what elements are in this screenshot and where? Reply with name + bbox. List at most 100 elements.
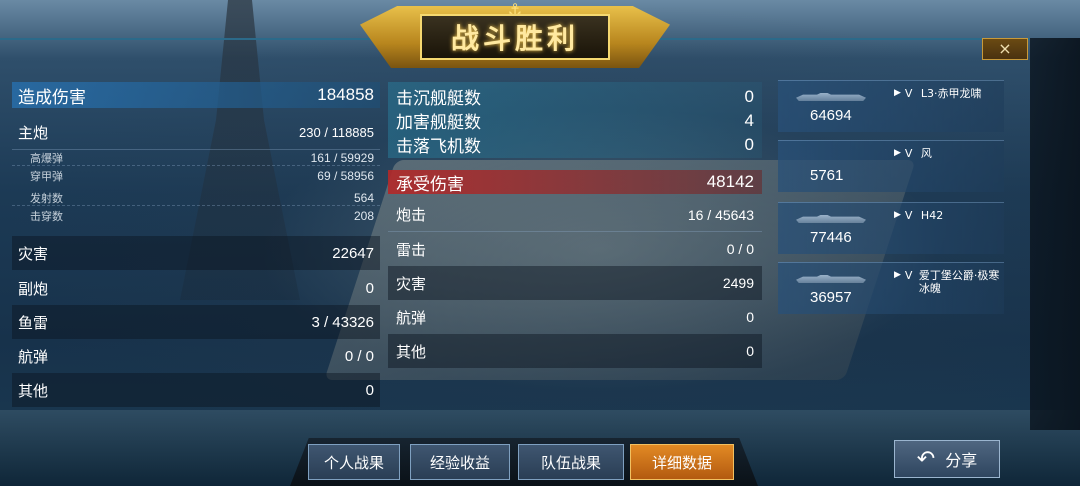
damage-dealt-header: 造成伤害 184858: [12, 82, 380, 108]
stat-value: 161 / 59929: [310, 150, 374, 165]
recv-row-hazard: 灾害 2499: [388, 266, 762, 300]
tab-personal-results[interactable]: 个人战果: [308, 444, 400, 480]
share-button[interactable]: ↶ 分享: [894, 440, 1000, 478]
tab-label: 队伍战果: [540, 453, 601, 472]
ship-tier: V: [904, 87, 913, 100]
title-plate: 战斗胜利: [420, 14, 610, 60]
kill-row-damaged: 加害舰艇数 4: [388, 108, 762, 134]
stat-row-main-gun: 主炮 230 / 118885: [12, 116, 380, 150]
tier-arrow-icon: ▶: [894, 210, 901, 220]
stat-value: 3 / 43326: [311, 313, 374, 331]
stat-row-shots-fired: 发射数 564: [12, 190, 380, 206]
kill-row-planes: 击落飞机数 0: [388, 132, 762, 158]
recv-row-bomb: 航弹 0: [388, 300, 762, 334]
stat-row-hazard: 灾害 22647: [12, 236, 380, 270]
ship-damage: 77446: [810, 229, 852, 246]
stat-value: 22647: [332, 244, 374, 262]
recv-row-gunfire: 炮击 16 / 45643: [388, 198, 762, 232]
tab-experience[interactable]: 经验收益: [410, 444, 510, 480]
kill-value: 4: [744, 110, 754, 130]
tier-arrow-icon: ▶: [894, 148, 901, 158]
ship-tier: V: [904, 269, 913, 282]
damage-received-panel: 击沉舰艇数 0 加害舰艇数 4 击落飞机数 0 承受伤害 48142 炮击 16…: [388, 82, 762, 372]
page-title: 战斗胜利: [450, 22, 579, 55]
stat-label: 其他: [396, 342, 427, 361]
tier-arrow-icon: ▶: [894, 88, 901, 98]
tab-team-results[interactable]: 队伍战果: [518, 444, 624, 480]
kill-label: 击沉舰艇数: [396, 89, 481, 109]
tab-label: 个人战果: [323, 453, 384, 472]
ship-damage: 64694: [810, 107, 852, 124]
stat-label: 发射数: [30, 191, 63, 205]
ship-name: L3·赤甲龙啸: [920, 87, 982, 100]
stat-value: 2499: [722, 275, 754, 291]
stat-value: 0 / 0: [344, 347, 374, 365]
ship-name: 爱丁堡公爵·极寒冰魄: [918, 269, 1000, 295]
stat-value: 16 / 45643: [687, 206, 754, 223]
share-label: 分享: [945, 451, 978, 470]
kill-label: 击落飞机数: [396, 137, 481, 157]
stat-value: 564: [353, 190, 374, 205]
ship-silhouette-icon: [796, 215, 866, 223]
ship-tag: ▶ V 风: [894, 147, 1004, 160]
stat-row-he-shell: 高爆弹 161 / 59929: [12, 150, 380, 166]
damage-received-header: 承受伤害 48142: [388, 170, 762, 195]
stat-label: 雷击: [396, 240, 427, 259]
ship-damage: 5761: [810, 167, 844, 184]
ship-tag: ▶ V 爱丁堡公爵·极寒冰魄: [894, 269, 1004, 295]
ship-name: H42: [920, 209, 944, 222]
ship-tier: V: [904, 147, 913, 160]
tier-arrow-icon: ▶: [894, 270, 901, 280]
recv-row-torpedo: 雷击 0 / 0: [388, 232, 762, 266]
stat-value: 208: [353, 209, 374, 223]
stat-label: 其他: [18, 381, 49, 400]
damage-dealt-total: 184858: [317, 85, 374, 104]
stat-label: 副炮: [18, 279, 49, 298]
stat-label: 炮击: [396, 206, 427, 224]
stat-label: 穿甲弹: [30, 170, 63, 183]
tab-detailed-data[interactable]: 详细数据: [630, 444, 734, 480]
stat-row-bomb: 航弹 0 / 0: [12, 339, 380, 373]
recv-row-other: 其他 0: [388, 334, 762, 368]
stat-value: 0: [365, 381, 374, 399]
close-button[interactable]: ×: [982, 38, 1028, 60]
team-ship-card[interactable]: ▶ V 风 5761: [778, 140, 1004, 192]
team-ship-card[interactable]: ▶ V H42 77446: [778, 202, 1004, 254]
stat-value: 0: [746, 343, 754, 359]
ship-tag: ▶ V H42: [894, 209, 1004, 222]
stat-label: 主炮: [18, 124, 49, 142]
stat-label: 鱼雷: [18, 313, 49, 332]
share-arrow-icon: ↶: [916, 446, 936, 472]
stat-value: 0: [365, 279, 374, 297]
stat-row-torpedo: 鱼雷 3 / 43326: [12, 305, 380, 339]
close-icon: ×: [998, 39, 1012, 58]
kill-row-sunk: 击沉舰艇数 0: [388, 84, 762, 110]
stat-row-penetrations: 击穿数 208: [12, 208, 380, 224]
ship-tier: V: [904, 209, 913, 222]
stat-label: 灾害: [18, 244, 49, 263]
team-ship-card[interactable]: ▶ V 爱丁堡公爵·极寒冰魄 36957: [778, 262, 1004, 314]
kill-value: 0: [744, 86, 754, 106]
tab-label: 经验收益: [429, 453, 490, 472]
stat-row-ap-shell: 穿甲弹 69 / 58956: [12, 168, 380, 184]
stat-label: 航弹: [396, 308, 427, 327]
stat-label: 击穿数: [30, 210, 63, 223]
damage-dealt-panel: 造成伤害 184858 主炮 230 / 118885 高爆弹 161 / 59…: [12, 82, 380, 410]
tab-label: 详细数据: [651, 453, 712, 472]
team-ship-card[interactable]: ▶ V L3·赤甲龙啸 64694: [778, 80, 1004, 132]
stat-value: 0 / 0: [726, 241, 754, 257]
ship-damage: 36957: [810, 289, 852, 306]
stat-row-other: 其他 0: [12, 373, 380, 407]
stat-value: 69 / 58956: [317, 169, 374, 183]
stat-value: 230 / 118885: [299, 125, 374, 140]
stat-value: 0: [746, 309, 754, 325]
ship-silhouette-icon: [796, 275, 866, 283]
damage-received-label: 承受伤害: [396, 174, 464, 195]
kill-label: 加害舰艇数: [396, 113, 481, 133]
panel-right-edge: [1030, 38, 1080, 430]
ship-name: 风: [920, 147, 932, 160]
stat-row-secondary-gun: 副炮 0: [12, 271, 380, 305]
stat-label: 灾害: [396, 274, 427, 293]
ship-tag: ▶ V L3·赤甲龙啸: [894, 87, 1004, 100]
stat-label: 航弹: [18, 347, 49, 366]
